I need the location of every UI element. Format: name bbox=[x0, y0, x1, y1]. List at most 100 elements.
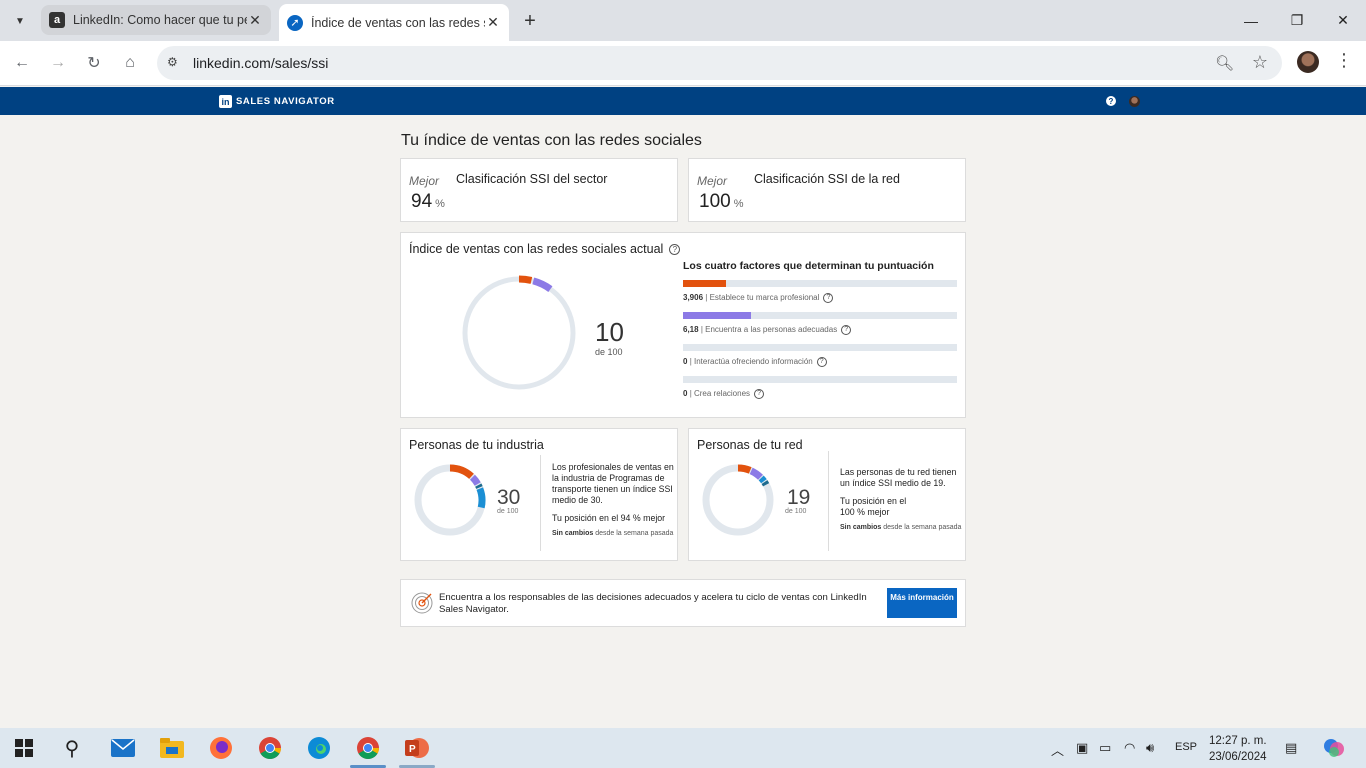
rank-label: Mejor bbox=[409, 174, 440, 188]
factor-value: 0 bbox=[683, 357, 688, 367]
promo-banner: Encuentra a los responsables de las deci… bbox=[400, 579, 966, 627]
page-title: Tu índice de ventas con las redes social… bbox=[401, 132, 702, 149]
file-explorer-icon[interactable] bbox=[158, 734, 186, 762]
donut-segment-brand bbox=[518, 275, 533, 284]
tab-ssi[interactable]: ➚ Índice de ventas con las redes s ✕ bbox=[279, 4, 509, 41]
profile-avatar[interactable] bbox=[1297, 51, 1319, 73]
battery-icon[interactable]: ▭ bbox=[1099, 740, 1111, 756]
help-circle-icon[interactable]: ? bbox=[823, 293, 834, 303]
wifi-icon[interactable]: ◠ bbox=[1124, 740, 1135, 756]
browser-toolbar: ← → ↻ ⌂ ⚙ linkedin.com/sales/ssi 🔍︎ ☆ ⋮ bbox=[0, 41, 1366, 86]
chrome-active-icon[interactable] bbox=[354, 734, 382, 762]
help-circle-icon[interactable]: ? bbox=[669, 244, 681, 256]
firefox-icon[interactable] bbox=[207, 734, 235, 762]
network-card: Personas de tu red 19 de 100 Las persona… bbox=[688, 428, 966, 561]
rank-title: Clasificación SSI de la red bbox=[754, 172, 900, 186]
help-circle-icon[interactable]: ? bbox=[841, 325, 852, 335]
notifications-icon[interactable]: ▤ bbox=[1285, 740, 1297, 756]
promo-text: Encuentra a los responsables de las deci… bbox=[439, 592, 867, 615]
meet-camera-icon[interactable]: ▣ bbox=[1076, 740, 1088, 756]
home-icon[interactable]: ⌂ bbox=[118, 51, 142, 75]
factor-bar-people bbox=[683, 312, 957, 319]
close-tab-icon[interactable]: ✕ bbox=[485, 14, 501, 31]
powerpoint-icon[interactable]: P bbox=[403, 734, 431, 762]
minimize-button[interactable]: — bbox=[1228, 0, 1274, 41]
tab-title: LinkedIn: Como hacer que tu pe bbox=[73, 13, 247, 27]
ssi-donut-chart bbox=[462, 275, 576, 390]
rank-unit: % bbox=[435, 198, 445, 210]
divider bbox=[540, 455, 541, 551]
rank-value: 94% bbox=[411, 191, 445, 213]
clock[interactable]: 12:27 p. m. 23/06/2024 bbox=[1209, 733, 1267, 765]
factor-value: 3,906 bbox=[683, 293, 704, 303]
factor-bar-brand bbox=[683, 280, 957, 287]
chrome-icon[interactable] bbox=[256, 734, 284, 762]
copilot-icon[interactable] bbox=[1320, 734, 1348, 762]
browser-menu-icon[interactable]: ⋮ bbox=[1334, 50, 1354, 71]
search-icon[interactable]: ⚲ bbox=[58, 734, 86, 762]
network-ranking-card: Mejor Clasificación SSI de la red 100% bbox=[688, 158, 966, 222]
help-circle-icon[interactable]: ? bbox=[754, 389, 765, 399]
mail-icon[interactable] bbox=[109, 734, 137, 762]
donut-segment-people bbox=[532, 277, 553, 293]
article-favicon-icon: a bbox=[49, 12, 65, 28]
donut-track bbox=[702, 464, 774, 536]
industry-description: Los profesionales de ventas en la indust… bbox=[552, 462, 674, 505]
industry-change: Sin cambios desde la semana pasada bbox=[552, 530, 673, 537]
factors-title: Los cuatro factores que determinan tu pu… bbox=[683, 260, 934, 272]
target-icon bbox=[411, 592, 433, 614]
network-score: 19 bbox=[787, 486, 811, 509]
restore-button[interactable]: ❐ bbox=[1274, 0, 1320, 41]
url-text[interactable]: linkedin.com/sales/ssi bbox=[193, 55, 328, 71]
help-circle-icon[interactable]: ? bbox=[816, 357, 827, 367]
back-arrow-icon[interactable]: ← bbox=[10, 51, 34, 75]
edge-icon[interactable] bbox=[305, 734, 333, 762]
learn-more-button[interactable]: Más información bbox=[887, 588, 957, 618]
clock-time: 12:27 p. m. bbox=[1209, 735, 1267, 747]
address-bar[interactable]: ⚙ linkedin.com/sales/ssi 🔍︎ ☆ bbox=[157, 46, 1282, 80]
rank-number: 100 bbox=[699, 191, 731, 212]
forward-arrow-icon[interactable]: → bbox=[46, 51, 70, 75]
rank-unit: % bbox=[733, 198, 744, 210]
current-ssi-card: Índice de ventas con las redes sociales … bbox=[400, 232, 966, 418]
factor-label-brand: 3,906 | Establece tu marca profesional? bbox=[683, 293, 834, 303]
user-avatar[interactable] bbox=[1129, 96, 1140, 107]
industry-out-of: de 100 bbox=[497, 508, 519, 515]
new-tab-button[interactable]: + bbox=[516, 7, 544, 35]
brand-name[interactable]: SALES NAVIGATOR bbox=[236, 96, 335, 107]
site-settings-icon[interactable]: ⚙ bbox=[167, 55, 183, 71]
factor-fill bbox=[683, 280, 726, 287]
change-status: Sin cambios bbox=[840, 524, 882, 531]
windows-taskbar: ⚲ P ︿ ▣ ▭ ◠ 🔊︎ ESP 12:27 p. m. 23/06/202… bbox=[0, 728, 1366, 768]
tab-search-chevron-icon[interactable]: ▼ bbox=[8, 9, 32, 33]
volume-icon[interactable]: 🔊︎ bbox=[1146, 740, 1154, 756]
factor-text: | Interactúa ofreciendo información bbox=[689, 357, 813, 367]
industry-position: Tu posición en el 94 % mejor bbox=[552, 513, 666, 523]
show-hidden-icons-chevron-icon[interactable]: ︿ bbox=[1051, 740, 1064, 759]
close-window-button[interactable]: ✕ bbox=[1320, 0, 1366, 41]
network-title: Personas de tu red bbox=[697, 438, 803, 452]
close-tab-icon[interactable]: ✕ bbox=[247, 12, 263, 29]
donut-segment-people bbox=[469, 474, 481, 486]
bookmark-star-icon[interactable]: ☆ bbox=[1252, 52, 1268, 73]
windows-start-icon[interactable] bbox=[10, 734, 38, 762]
zoom-icon[interactable]: 🔍︎ bbox=[1215, 54, 1234, 72]
donut-segment-brand bbox=[449, 464, 474, 480]
compass-favicon-icon: ➚ bbox=[287, 14, 303, 31]
industry-score: 30 bbox=[497, 486, 521, 509]
industry-donut-chart bbox=[414, 464, 486, 536]
donut-segment-relationships bbox=[761, 480, 770, 487]
factor-bar-insights bbox=[683, 344, 957, 351]
ssi-card-title: Índice de ventas con las redes sociales … bbox=[409, 242, 681, 256]
factor-label-insights: 0 | Interactúa ofreciendo información? bbox=[683, 357, 827, 367]
industry-title: Personas de tu industria bbox=[409, 438, 544, 452]
donut-segment-insights bbox=[476, 487, 486, 509]
change-period: desde la semana pasada bbox=[595, 530, 674, 537]
language-indicator[interactable]: ESP bbox=[1175, 741, 1197, 753]
rank-label: Mejor bbox=[697, 174, 728, 188]
reload-icon[interactable]: ↻ bbox=[82, 51, 106, 75]
donut-segment-insights bbox=[758, 475, 767, 484]
linkedin-logo-icon[interactable]: in bbox=[219, 95, 232, 108]
tab-linkedin-article[interactable]: a LinkedIn: Como hacer que tu pe ✕ bbox=[41, 5, 271, 35]
help-icon[interactable]: ? bbox=[1106, 96, 1116, 106]
